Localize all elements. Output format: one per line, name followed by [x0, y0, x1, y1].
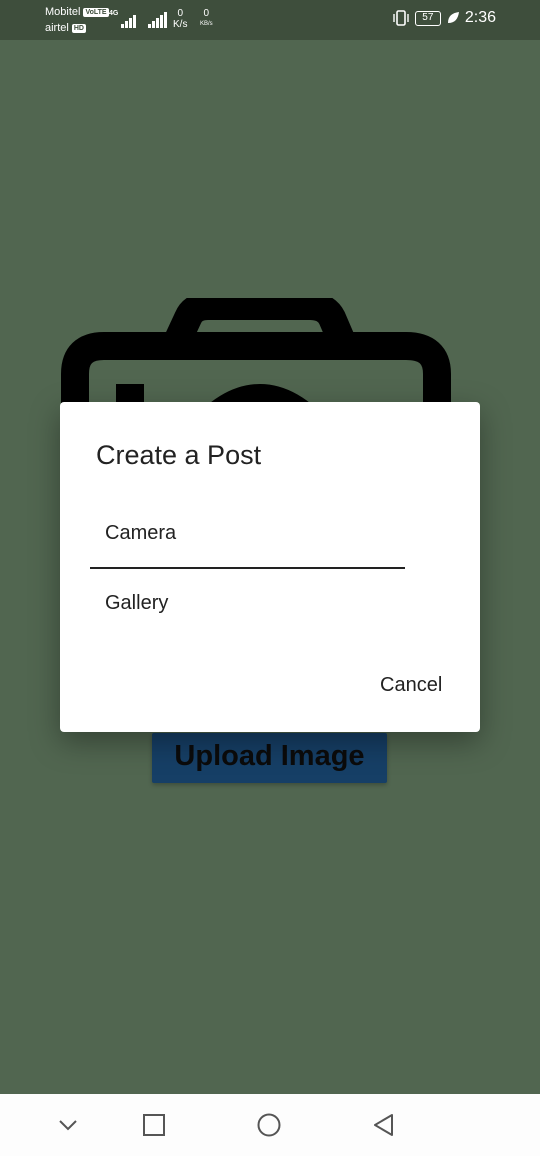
- speed-up: 0 K/s: [173, 8, 187, 30]
- status-bar: Mobitel VoLTE airtel HD 4G 0 K/s 0 KB/s …: [0, 0, 540, 40]
- camera-option[interactable]: Camera: [105, 522, 176, 545]
- signal-1-icon: [121, 10, 136, 28]
- status-right: 57 2:36: [392, 9, 496, 27]
- dialog-title: Create a Post: [96, 440, 262, 470]
- speed-up-unit: K/s: [173, 19, 188, 30]
- carrier-2-name: airtel: [45, 22, 69, 34]
- battery-indicator: 57: [414, 10, 441, 26]
- upload-image-button[interactable]: Upload Image: [152, 733, 387, 783]
- speed-up-value: 0: [177, 8, 183, 19]
- vibrate-icon: [393, 10, 409, 26]
- gallery-option[interactable]: Gallery: [105, 592, 168, 615]
- create-post-dialog: Create a Post Camera Gallery Cancel: [60, 402, 480, 732]
- clock: 2:36: [464, 9, 496, 26]
- speed-down-unit: KB/s: [200, 21, 213, 27]
- leaf-icon: [447, 12, 459, 23]
- navigation-bar: [0, 1094, 540, 1156]
- recent-apps-icon[interactable]: [142, 1113, 166, 1137]
- carrier-info: Mobitel VoLTE airtel HD: [45, 4, 109, 36]
- chevron-down-icon[interactable]: [56, 1113, 80, 1137]
- option-divider: [90, 567, 405, 569]
- hd-badge: HD: [71, 23, 86, 33]
- cancel-button[interactable]: Cancel: [380, 674, 442, 697]
- signal-2-icon: [148, 10, 167, 28]
- volte-badge: VoLTE: [83, 7, 109, 17]
- speed-down-value: 0: [203, 8, 210, 19]
- speed-down: 0 KB/s: [200, 8, 213, 30]
- home-icon[interactable]: [257, 1113, 281, 1137]
- network-type: 4G: [109, 10, 119, 17]
- carrier-1-name: Mobitel: [45, 6, 81, 18]
- back-icon[interactable]: [372, 1113, 396, 1137]
